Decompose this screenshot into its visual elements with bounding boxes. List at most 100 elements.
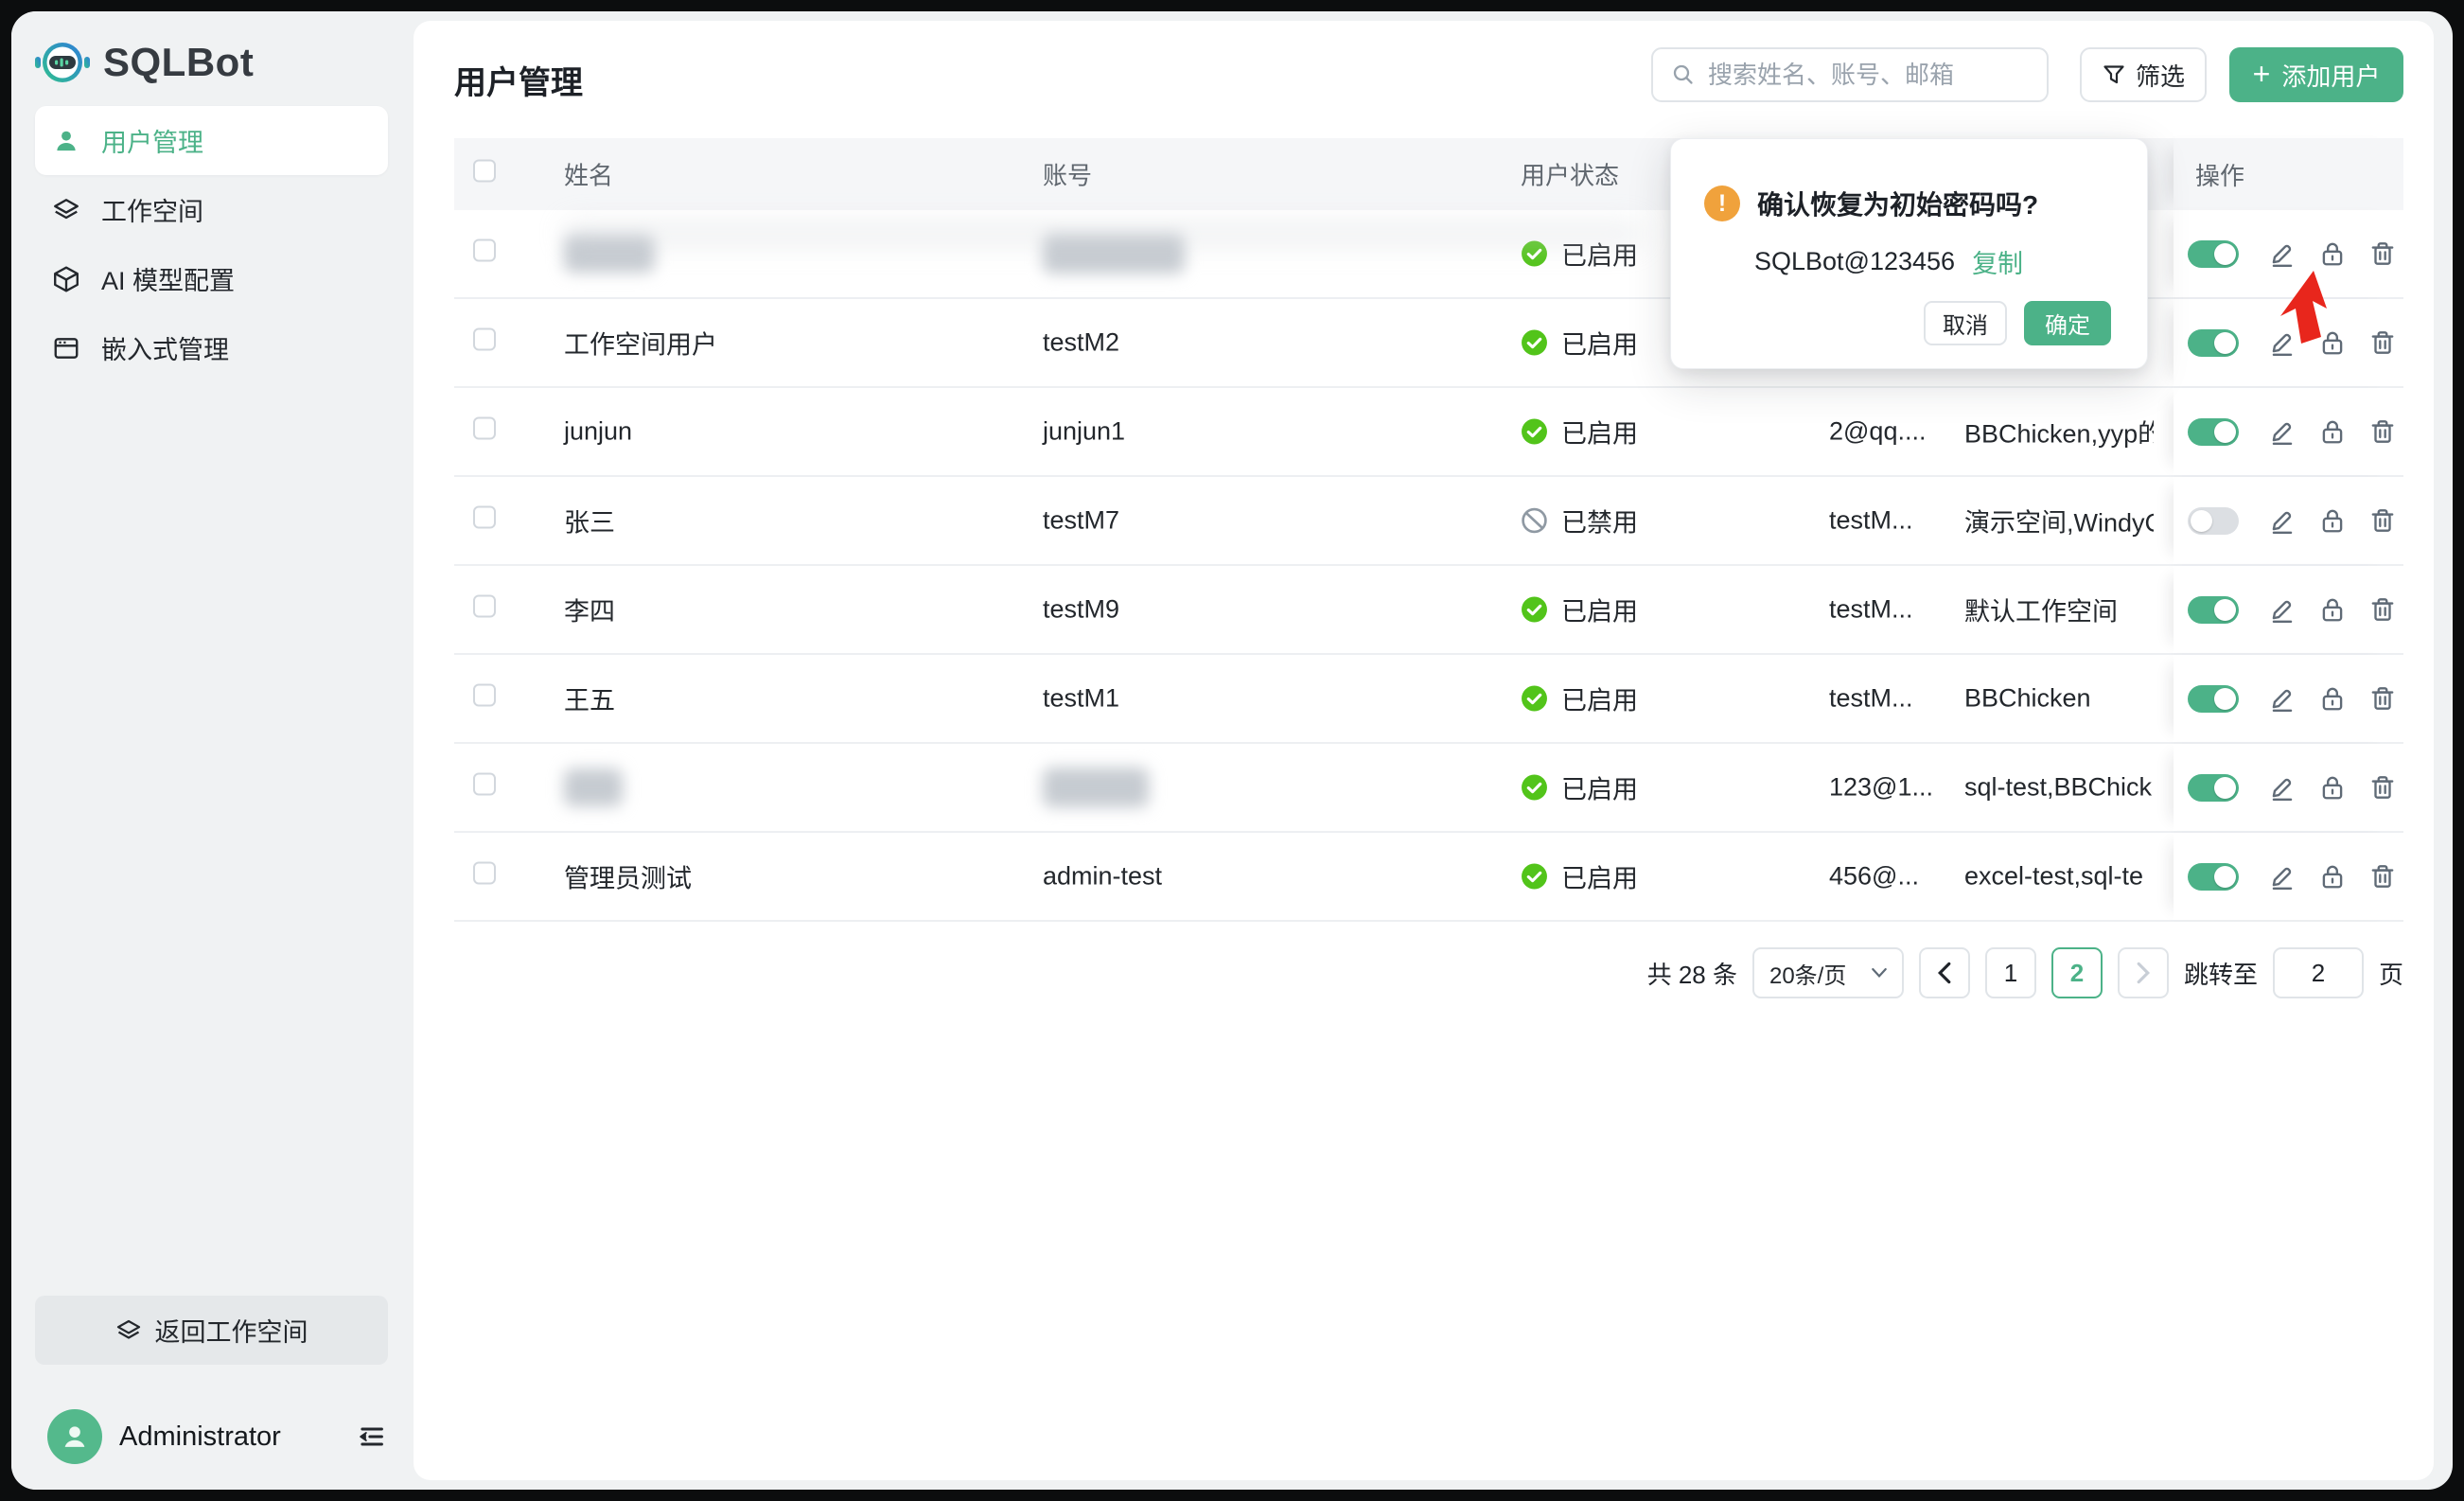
sidebar-item-label: 用户管理: [101, 122, 203, 159]
enable-toggle[interactable]: [2188, 685, 2239, 713]
edit-icon[interactable]: [2268, 773, 2297, 802]
user-name: 工作空间用户: [564, 325, 717, 362]
page-suffix: 页: [2379, 956, 2403, 991]
jump-page-input[interactable]: [2273, 947, 2364, 998]
row-checkbox[interactable]: [473, 684, 496, 707]
reset-password-lock-icon[interactable]: [2318, 239, 2347, 268]
avatar[interactable]: [47, 1409, 102, 1464]
sidebar-item-label: AI 模型配置: [101, 260, 235, 297]
status-label: 已启用: [1561, 325, 1638, 362]
sidebar-item-ai-model-config[interactable]: AI 模型配置: [35, 244, 388, 313]
row-checkbox[interactable]: [473, 417, 496, 440]
search-icon: [1670, 62, 1697, 88]
edit-icon[interactable]: [2268, 862, 2297, 891]
delete-icon[interactable]: [2368, 684, 2397, 713]
filter-button[interactable]: 筛选: [2080, 47, 2207, 102]
edit-icon[interactable]: [2268, 506, 2297, 535]
user-status: 已启用: [1521, 414, 1638, 450]
enable-toggle[interactable]: [2188, 774, 2239, 802]
status-label: 已禁用: [1561, 503, 1638, 539]
cancel-button[interactable]: 取消: [1924, 301, 2007, 345]
sidebar-item-workspace[interactable]: 工作空间: [35, 175, 388, 244]
row-checkbox[interactable]: [473, 239, 496, 262]
col-status: 用户状态: [1521, 157, 1619, 192]
table-row: 管理员测试 admin-test 已启用 456@... excel-test,…: [454, 833, 2403, 922]
sidebar-item-label: 工作空间: [101, 191, 203, 228]
select-all-checkbox[interactable]: [473, 160, 496, 183]
enable-toggle[interactable]: [2188, 329, 2239, 357]
confirm-button[interactable]: 确定: [2024, 301, 2111, 345]
page-button-2[interactable]: 2: [2051, 947, 2103, 998]
search-input[interactable]: [1708, 61, 2030, 90]
edit-icon[interactable]: [2268, 417, 2297, 446]
status-enabled-icon: [1521, 685, 1548, 713]
user-account: [1043, 768, 1149, 807]
prev-page-button[interactable]: [1919, 947, 1970, 998]
reset-password-lock-icon[interactable]: [2318, 417, 2347, 446]
popover-header: ! 确认恢复为初始密码吗?: [1704, 185, 2038, 222]
delete-icon[interactable]: [2368, 506, 2397, 535]
chevron-left-icon: [1937, 962, 1952, 984]
user-workspace: BBChicken: [1964, 684, 2154, 714]
row-checkbox[interactable]: [473, 773, 496, 796]
reset-password-lock-icon[interactable]: [2318, 773, 2347, 802]
enable-toggle[interactable]: [2188, 418, 2239, 446]
edit-icon[interactable]: [2268, 328, 2297, 357]
col-account: 账号: [1043, 157, 1092, 192]
back-to-workspace-button[interactable]: 返回工作空间: [35, 1296, 388, 1365]
row-actions: [2174, 299, 2403, 386]
page-size-select[interactable]: 20条/页: [1752, 947, 1904, 998]
enable-toggle[interactable]: [2188, 596, 2239, 624]
edit-icon[interactable]: [2268, 239, 2297, 268]
copy-password-link[interactable]: 复制: [1972, 243, 2023, 280]
window-icon: [52, 334, 80, 362]
delete-icon[interactable]: [2368, 862, 2397, 891]
enable-toggle[interactable]: [2188, 240, 2239, 268]
delete-icon[interactable]: [2368, 773, 2397, 802]
delete-icon[interactable]: [2368, 595, 2397, 624]
enable-toggle[interactable]: [2188, 863, 2239, 891]
enable-toggle[interactable]: [2188, 507, 2239, 535]
sidebar-item-embedded-management[interactable]: 嵌入式管理: [35, 313, 388, 382]
row-checkbox[interactable]: [473, 862, 496, 885]
table-row: 已启用 123@1... sql-test,BBChick: [454, 744, 2403, 833]
row-actions: [2174, 210, 2403, 297]
page-button-1[interactable]: 1: [1985, 947, 2036, 998]
edit-icon[interactable]: [2268, 595, 2297, 624]
table-row: junjun junjun1 已启用 2@qq.... BBChicken,yy…: [454, 388, 2403, 477]
user-account: testM1: [1043, 684, 1119, 714]
pagination: 共 28 条 20条/页 1 2 跳转至 页: [1647, 946, 2403, 999]
delete-icon[interactable]: [2368, 417, 2397, 446]
row-actions: [2174, 744, 2403, 831]
user-status: 已启用: [1521, 325, 1638, 362]
sidebar-item-user-management[interactable]: 用户管理: [35, 106, 388, 175]
next-page-button[interactable]: [2118, 947, 2169, 998]
user-status: 已禁用: [1521, 503, 1638, 539]
collapse-sidebar-icon[interactable]: [355, 1421, 387, 1453]
user-workspace: 演示空间,WindyC: [1964, 503, 2154, 539]
back-to-workspace-label: 返回工作空间: [155, 1312, 308, 1349]
reset-password-lock-icon[interactable]: [2318, 328, 2347, 357]
row-checkbox[interactable]: [473, 328, 496, 351]
row-checkbox[interactable]: [473, 595, 496, 618]
reset-password-lock-icon[interactable]: [2318, 506, 2347, 535]
status-enabled-icon: [1521, 863, 1548, 891]
user-email: testM...: [1829, 506, 1971, 536]
status-enabled-icon: [1521, 774, 1548, 802]
delete-icon[interactable]: [2368, 328, 2397, 357]
brand-logo: SQLBot: [35, 40, 254, 85]
user-workspace: excel-test,sql-te: [1964, 862, 2154, 892]
add-user-button[interactable]: + 添加用户: [2229, 47, 2403, 102]
reset-password-lock-icon[interactable]: [2318, 595, 2347, 624]
reset-password-lock-icon[interactable]: [2318, 684, 2347, 713]
delete-icon[interactable]: [2368, 239, 2397, 268]
user-email: 2@qq....: [1829, 417, 1971, 447]
reset-password-lock-icon[interactable]: [2318, 862, 2347, 891]
main-panel: 用户管理 筛选 + 添加用户 姓名 账号 用户状态: [414, 21, 2434, 1480]
total-count: 共 28 条: [1647, 956, 1737, 991]
row-checkbox[interactable]: [473, 506, 496, 529]
user-name: 张三: [564, 503, 615, 539]
edit-icon[interactable]: [2268, 684, 2297, 713]
status-enabled-icon: [1521, 329, 1548, 357]
row-actions: [2174, 566, 2403, 653]
